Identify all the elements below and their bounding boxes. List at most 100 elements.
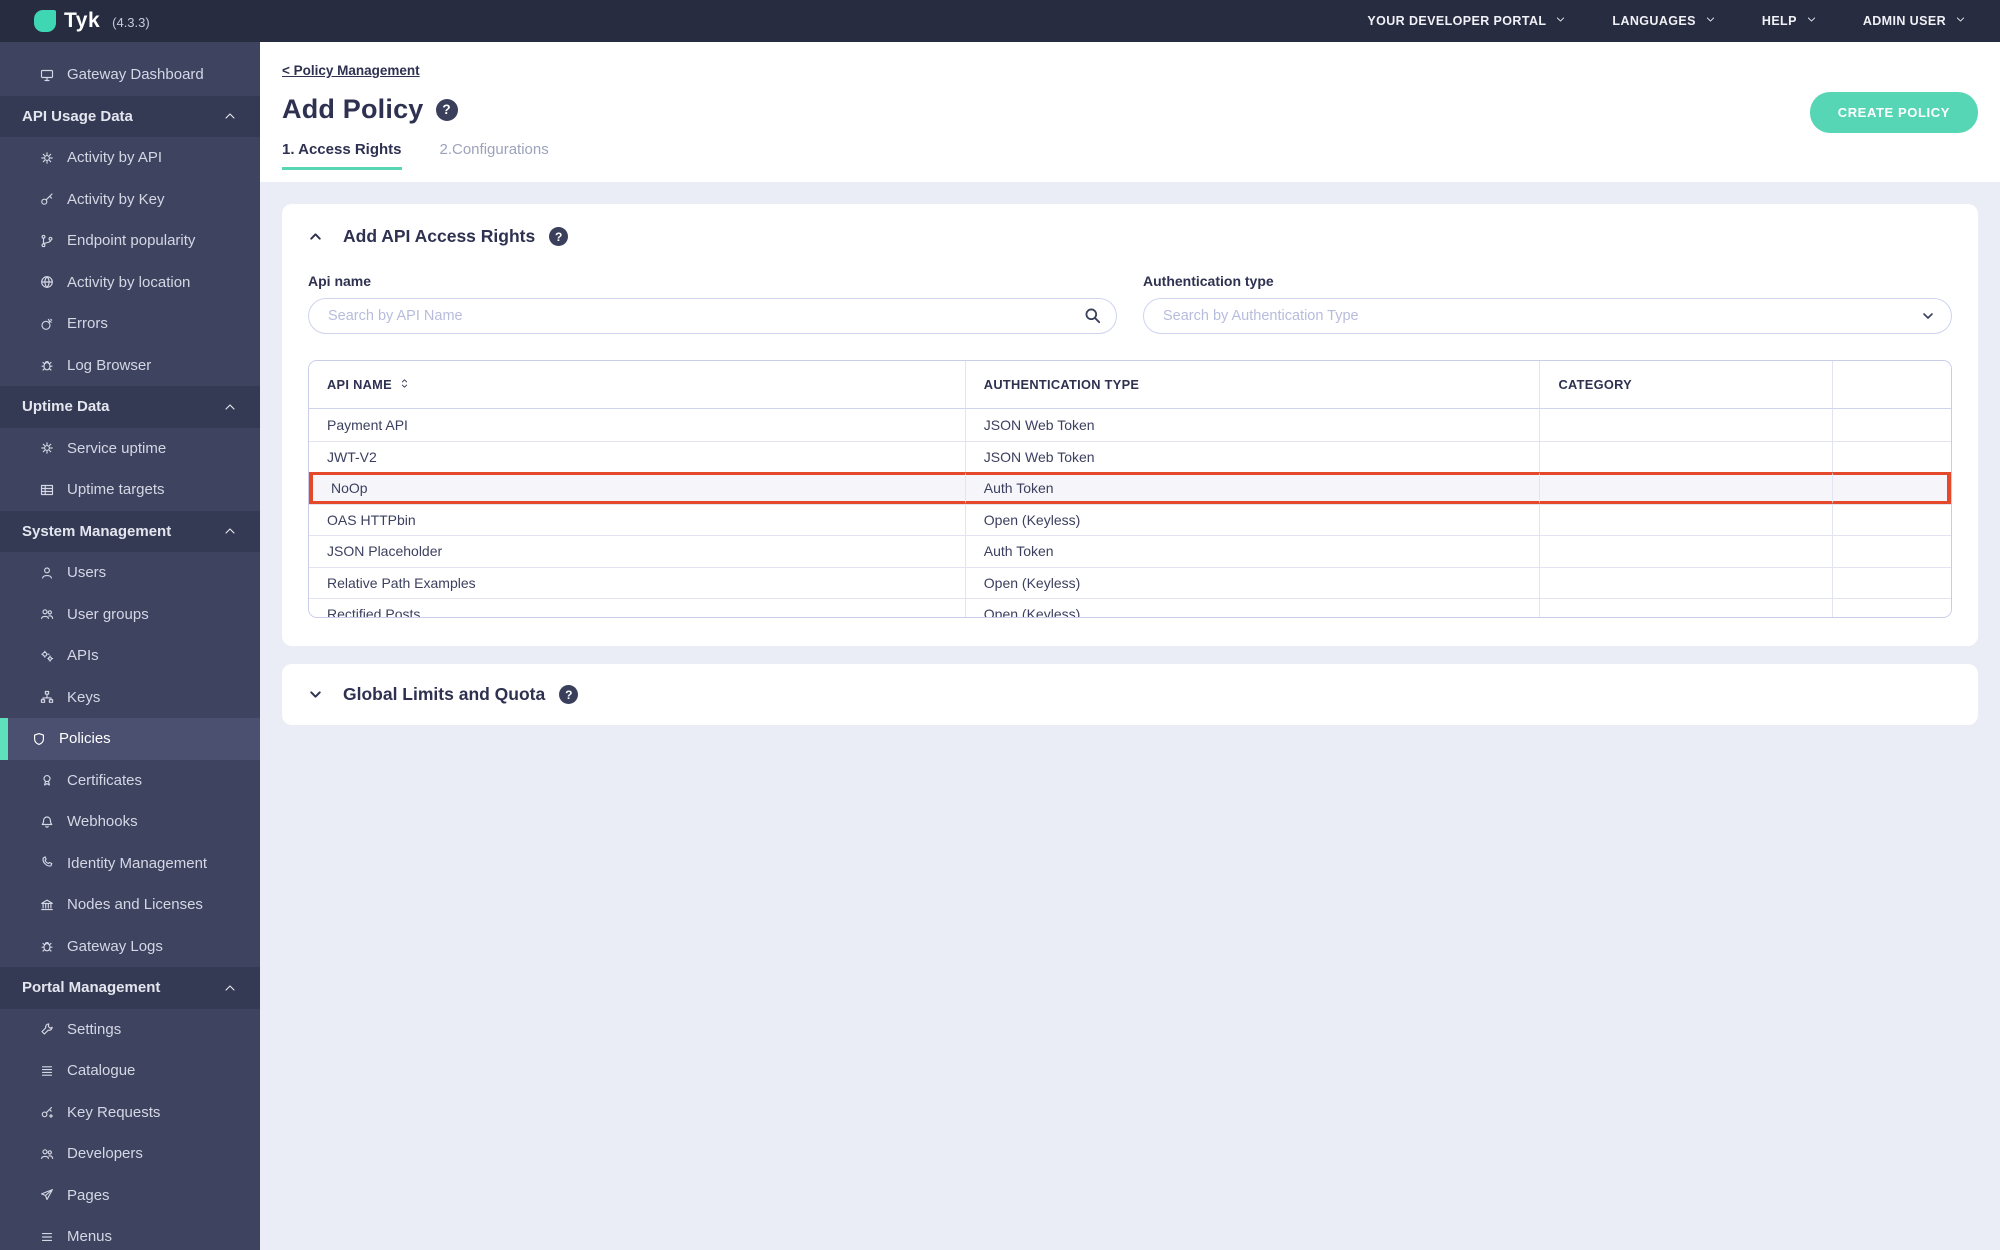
auth-type-cell: Open (Keyless) (965, 566, 1541, 598)
section-label: Portal Management (22, 979, 161, 997)
sidebar-item-endpoint-popularity[interactable]: Endpoint popularity (0, 220, 260, 262)
activity-icon (40, 441, 55, 455)
extra-cell (1832, 472, 1951, 504)
api-name-search-input[interactable] (308, 298, 1117, 334)
auth-type-select[interactable]: Search by Authentication Type (1143, 298, 1952, 334)
sidebar-item-users[interactable]: Users (0, 552, 260, 594)
auth-type-cell: JSON Web Token (965, 440, 1541, 472)
sidebar-item-label: Settings (67, 1020, 122, 1038)
sidebar-item-label: Webhooks (67, 813, 138, 831)
sidebar-item-activity-by-location[interactable]: Activity by location (0, 262, 260, 304)
api-table-container: API NAME AUTHENTICATION TYPE CATEGORY Paym… (308, 360, 1952, 618)
activity-icon (40, 151, 55, 165)
auth-type-placeholder: Search by Authentication Type (1163, 308, 1359, 324)
sidebar-section-uptime-data[interactable]: Uptime Data (0, 386, 260, 428)
send-icon (40, 1188, 55, 1202)
sidebar-item-activity-by-key[interactable]: Activity by Key (0, 179, 260, 221)
chevron-down-icon (1555, 14, 1566, 28)
table-row[interactable]: JWT-V2 JSON Web Token (309, 440, 1951, 472)
sidebar-item-label: Activity by API (67, 149, 163, 167)
sidebar-item-developers[interactable]: Developers (0, 1133, 260, 1175)
section-label: Uptime Data (22, 398, 110, 416)
auth-type-cell: Auth Token (965, 535, 1541, 567)
sidebar-item-certificates[interactable]: Certificates (0, 760, 260, 802)
auth-type-cell: Open (Keyless) (965, 503, 1541, 535)
extra-cell (1832, 440, 1951, 472)
category-cell (1540, 535, 1833, 567)
sidebar-item-label: Nodes and Licenses (67, 896, 203, 914)
sidebar-item-service-uptime[interactable]: Service uptime (0, 428, 260, 470)
sidebar-item-settings[interactable]: Settings (0, 1009, 260, 1051)
table-row[interactable]: Payment API JSON Web Token (309, 409, 1951, 441)
wrench-icon (40, 1022, 55, 1036)
sidebar-item-catalogue[interactable]: Catalogue (0, 1050, 260, 1092)
chevron-down-icon (1806, 14, 1817, 28)
sidebar-item-label: Gateway Logs (67, 937, 163, 955)
gears-icon (40, 649, 55, 663)
topnav-languages[interactable]: LANGUAGES (1612, 14, 1715, 28)
chevron-up-icon (223, 981, 238, 995)
help-icon[interactable]: ? (435, 98, 458, 121)
sidebar-section-portal-management[interactable]: Portal Management (0, 967, 260, 1009)
category-cell (1540, 440, 1833, 472)
key-icon (40, 192, 55, 206)
bug-icon (40, 358, 55, 372)
topnav-your-developer-portal[interactable]: YOUR DEVELOPER PORTAL (1367, 14, 1566, 28)
sidebar-item-uptime-targets[interactable]: Uptime targets (0, 469, 260, 511)
sidebar-item-label: Uptime targets (67, 481, 165, 499)
table-row[interactable]: Relative Path Examples Open (Keyless) (309, 566, 1951, 598)
sidebar-item-label: Menus (67, 1228, 113, 1246)
tab-1-access-rights[interactable]: 1. Access Rights (282, 141, 402, 170)
sidebar-item-keys[interactable]: Keys (0, 677, 260, 719)
table-row[interactable]: JSON Placeholder Auth Token (309, 535, 1951, 567)
help-icon[interactable]: ? (549, 227, 569, 246)
tab-2-configurations[interactable]: 2.Configurations (440, 141, 549, 170)
table-row[interactable]: OAS HTTPbin Open (Keyless) (309, 503, 1951, 535)
sidebar-item-nodes-and-licenses[interactable]: Nodes and Licenses (0, 884, 260, 926)
sidebar-item-identity-management[interactable]: Identity Management (0, 843, 260, 885)
sidebar-item-apis[interactable]: APIs (0, 635, 260, 677)
sidebar-item-policies[interactable]: Policies (0, 718, 260, 760)
top-nav: YOUR DEVELOPER PORTAL LANGUAGES HELP ADMIN … (1367, 14, 2000, 28)
tyk-logo[interactable]: Tyk (4.3.3) (0, 9, 150, 33)
table-row-selected[interactable]: NoOp Auth Token (309, 472, 1951, 504)
auth-type-cell: Auth Token (965, 472, 1541, 504)
api-name-cell: NoOp (309, 472, 966, 504)
topnav-help[interactable]: HELP (1762, 14, 1817, 28)
sort-icon (399, 377, 410, 393)
shield-icon (32, 732, 47, 746)
topnav-label: YOUR DEVELOPER PORTAL (1367, 14, 1547, 28)
sidebar-item-menus[interactable]: Menus (0, 1216, 260, 1250)
table-row[interactable]: Rectified Posts Open (Keyless) (309, 598, 1951, 617)
create-policy-button[interactable]: CREATE POLICY (1809, 92, 1978, 133)
brand-name: Tyk (64, 9, 101, 32)
chevron-down-icon[interactable] (308, 687, 323, 702)
sidebar-item-label: Pages (67, 1186, 110, 1204)
topnav-admin-user[interactable]: ADMIN USER (1863, 14, 1966, 28)
sidebar-item-label: Certificates (67, 771, 143, 789)
menu-icon (40, 1230, 55, 1244)
sidebar-item-label: Catalogue (67, 1062, 136, 1080)
sidebar-item-label: Endpoint popularity (67, 232, 196, 250)
sidebar-section-system-management[interactable]: System Management (0, 510, 260, 552)
chevron-down-icon (1921, 309, 1935, 323)
topnav-label: LANGUAGES (1612, 14, 1696, 28)
chevron-up-icon[interactable] (308, 229, 323, 244)
sidebar-item-errors[interactable]: Errors (0, 303, 260, 345)
help-icon[interactable]: ? (559, 685, 579, 704)
sidebar-item-gateway-logs[interactable]: Gateway Logs (0, 926, 260, 968)
column-header-api-name[interactable]: API NAME (309, 361, 966, 409)
sidebar-item-webhooks[interactable]: Webhooks (0, 801, 260, 843)
page-title: Add Policy (282, 94, 424, 124)
sidebar-item-log-browser[interactable]: Log Browser (0, 345, 260, 387)
sidebar-item-activity-by-api[interactable]: Activity by API (0, 137, 260, 179)
sidebar-item-pages[interactable]: Pages (0, 1175, 260, 1217)
breadcrumb[interactable]: < Policy Management (282, 63, 420, 78)
sidebar-section-api-usage-data[interactable]: API Usage Data (0, 95, 260, 137)
access-rights-card: Add API Access Rights ? Api name Authent… (282, 204, 1978, 646)
api-name-cell: OAS HTTPbin (309, 503, 966, 535)
column-header-category: CATEGORY (1540, 361, 1833, 409)
sidebar-item-key-requests[interactable]: Key Requests (0, 1092, 260, 1134)
sidebar-item-gateway-dashboard[interactable]: Gateway Dashboard (0, 54, 260, 96)
sidebar-item-user-groups[interactable]: User groups (0, 594, 260, 636)
